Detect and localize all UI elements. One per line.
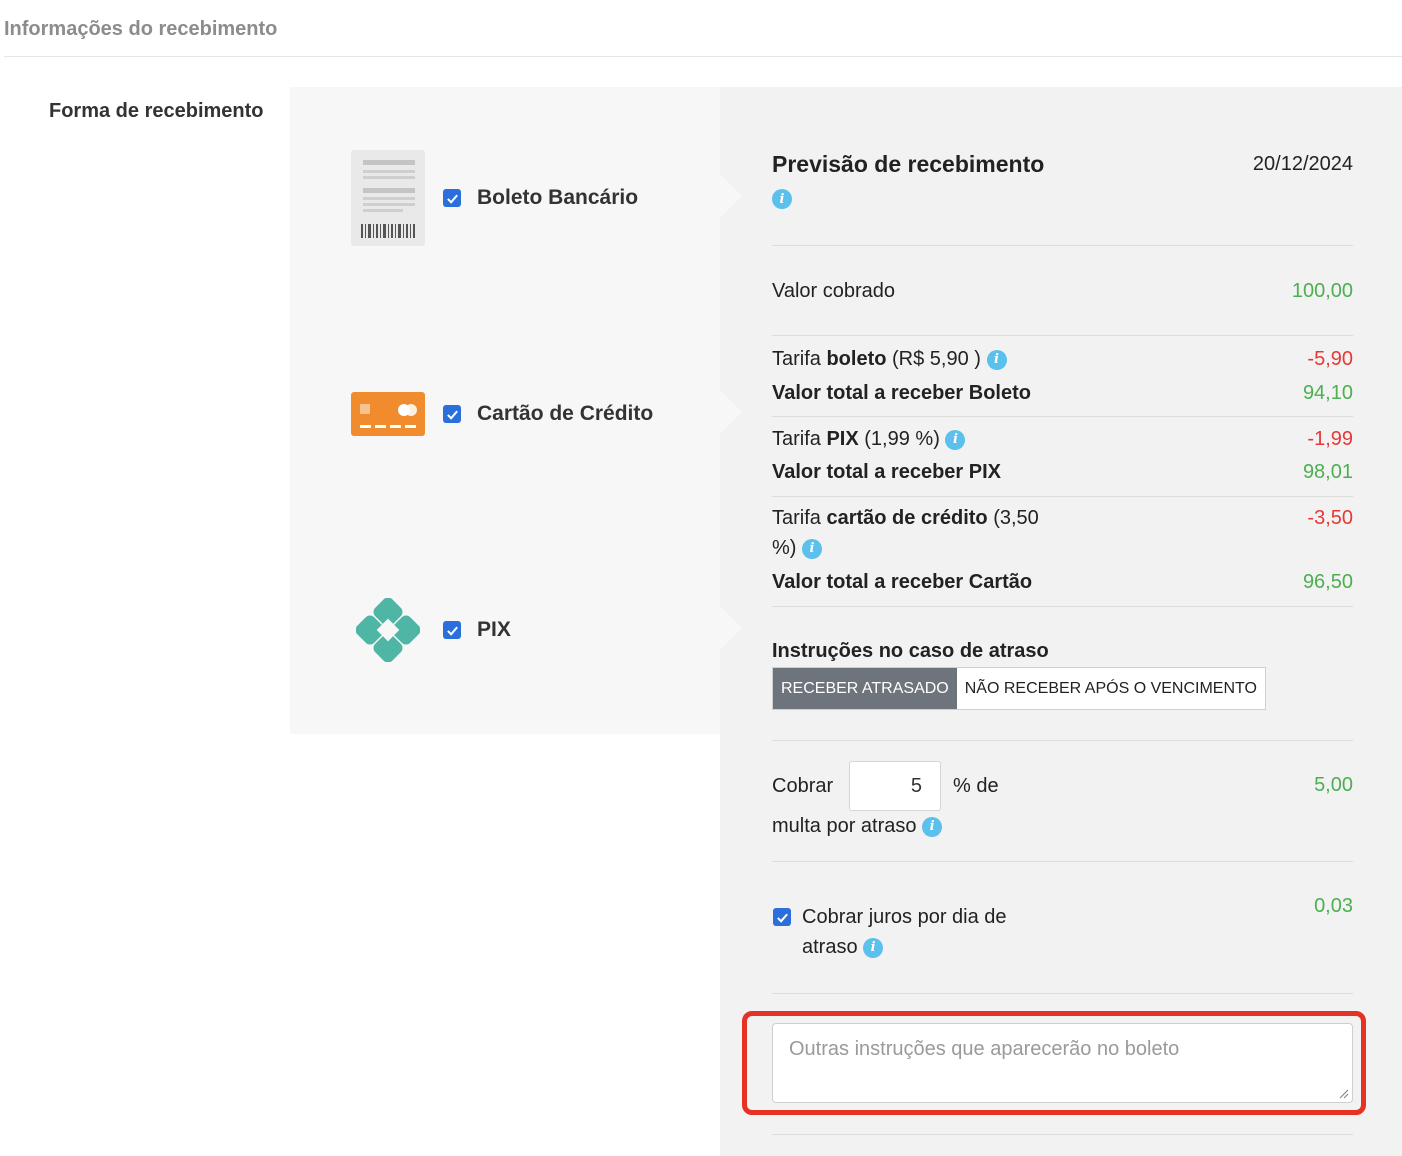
section-divider: [4, 56, 1402, 57]
multa-prefix: Cobrar: [772, 775, 834, 797]
summary-panel: [720, 87, 1402, 1156]
total-cartao-value: 96,50: [1302, 571, 1353, 593]
summary-divider: [772, 740, 1353, 741]
highlight-box: [742, 1011, 1366, 1115]
atraso-segmented-control: RECEBER ATRASADO NÃO RECEBER APÓS O VENC…: [772, 667, 1266, 710]
tarifa-cartao-value: -3,50: [1307, 507, 1353, 529]
panel-arrow-boleto: [720, 174, 742, 218]
payment-method-label: Forma de recebimento: [49, 100, 264, 122]
method-credit-card[interactable]: Cartão de Crédito: [350, 392, 653, 436]
summary-divider: [772, 1134, 1353, 1135]
total-boleto-label: Valor total a receber Boleto: [772, 382, 1031, 404]
juros-label-line2: atraso i: [802, 936, 884, 959]
multa-line2: multa por atraso i: [772, 815, 943, 838]
juros-checkbox[interactable]: [773, 908, 791, 926]
multa-percent-input[interactable]: 5: [849, 761, 941, 811]
total-pix-label: Valor total a receber PIX: [772, 461, 1001, 483]
method-pix[interactable]: PIX: [350, 598, 511, 662]
nao-receber-option[interactable]: NÃO RECEBER APÓS O VENCIMENTO: [957, 668, 1265, 709]
info-icon[interactable]: i: [922, 816, 943, 837]
panel-arrow-cartao: [720, 390, 742, 434]
tarifa-pix-label: Tarifa PIX (1,99 %) i: [772, 428, 966, 451]
multa-suffix: % de: [953, 775, 999, 797]
receber-atrasado-option[interactable]: RECEBER ATRASADO: [773, 668, 957, 709]
summary-date: 20/12/2024: [1252, 153, 1353, 175]
info-icon[interactable]: i: [945, 429, 966, 450]
info-icon[interactable]: i: [772, 189, 792, 209]
credit-card-checkbox[interactable]: [443, 405, 461, 423]
tarifa-pix-value: -1,99: [1307, 428, 1353, 450]
tarifa-boleto-value: -5,90: [1307, 348, 1353, 370]
boleto-label: Boleto Bancário: [477, 186, 639, 209]
boleto-checkbox[interactable]: [443, 189, 461, 207]
atraso-title: Instruções no caso de atraso: [772, 640, 1049, 662]
summary-divider: [772, 993, 1353, 994]
pix-checkbox[interactable]: [443, 621, 461, 639]
section-title: Informações do recebimento: [4, 18, 278, 40]
tarifa-boleto-label: Tarifa boleto (R$ 5,90 ) i: [772, 348, 1007, 371]
tarifa-cartao-label: Tarifa cartão de crédito (3,50: [772, 507, 1039, 529]
valor-cobrado-label: Valor cobrado: [772, 280, 896, 302]
summary-divider: [772, 416, 1353, 417]
juros-label: Cobrar juros por dia de: [802, 906, 1007, 928]
total-cartao-label: Valor total a receber Cartão: [772, 571, 1033, 593]
panel-arrow-pix: [720, 606, 742, 650]
summary-divider: [772, 245, 1353, 246]
info-icon[interactable]: i: [802, 538, 823, 559]
credit-card-label: Cartão de Crédito: [477, 402, 654, 425]
multa-amount: 5,00: [1314, 774, 1353, 796]
boleto-icon: [350, 150, 426, 246]
pix-label: PIX: [477, 618, 511, 641]
total-pix-value: 98,01: [1302, 461, 1353, 483]
summary-divider: [772, 335, 1353, 336]
valor-cobrado-value: 100,00: [1291, 280, 1353, 302]
summary-divider: [772, 606, 1353, 607]
tarifa-cartao-label-line2: %) i: [772, 537, 823, 560]
info-icon[interactable]: i: [986, 349, 1007, 370]
summary-divider: [772, 496, 1353, 497]
method-boleto[interactable]: Boleto Bancário: [350, 150, 638, 246]
juros-amount: 0,03: [1314, 895, 1353, 917]
summary-title: Previsão de recebimento: [772, 151, 1045, 177]
info-icon[interactable]: i: [863, 937, 884, 958]
summary-divider: [772, 861, 1353, 862]
credit-card-icon: [350, 392, 426, 436]
total-boleto-value: 94,10: [1302, 382, 1353, 404]
pix-icon: [350, 598, 426, 662]
